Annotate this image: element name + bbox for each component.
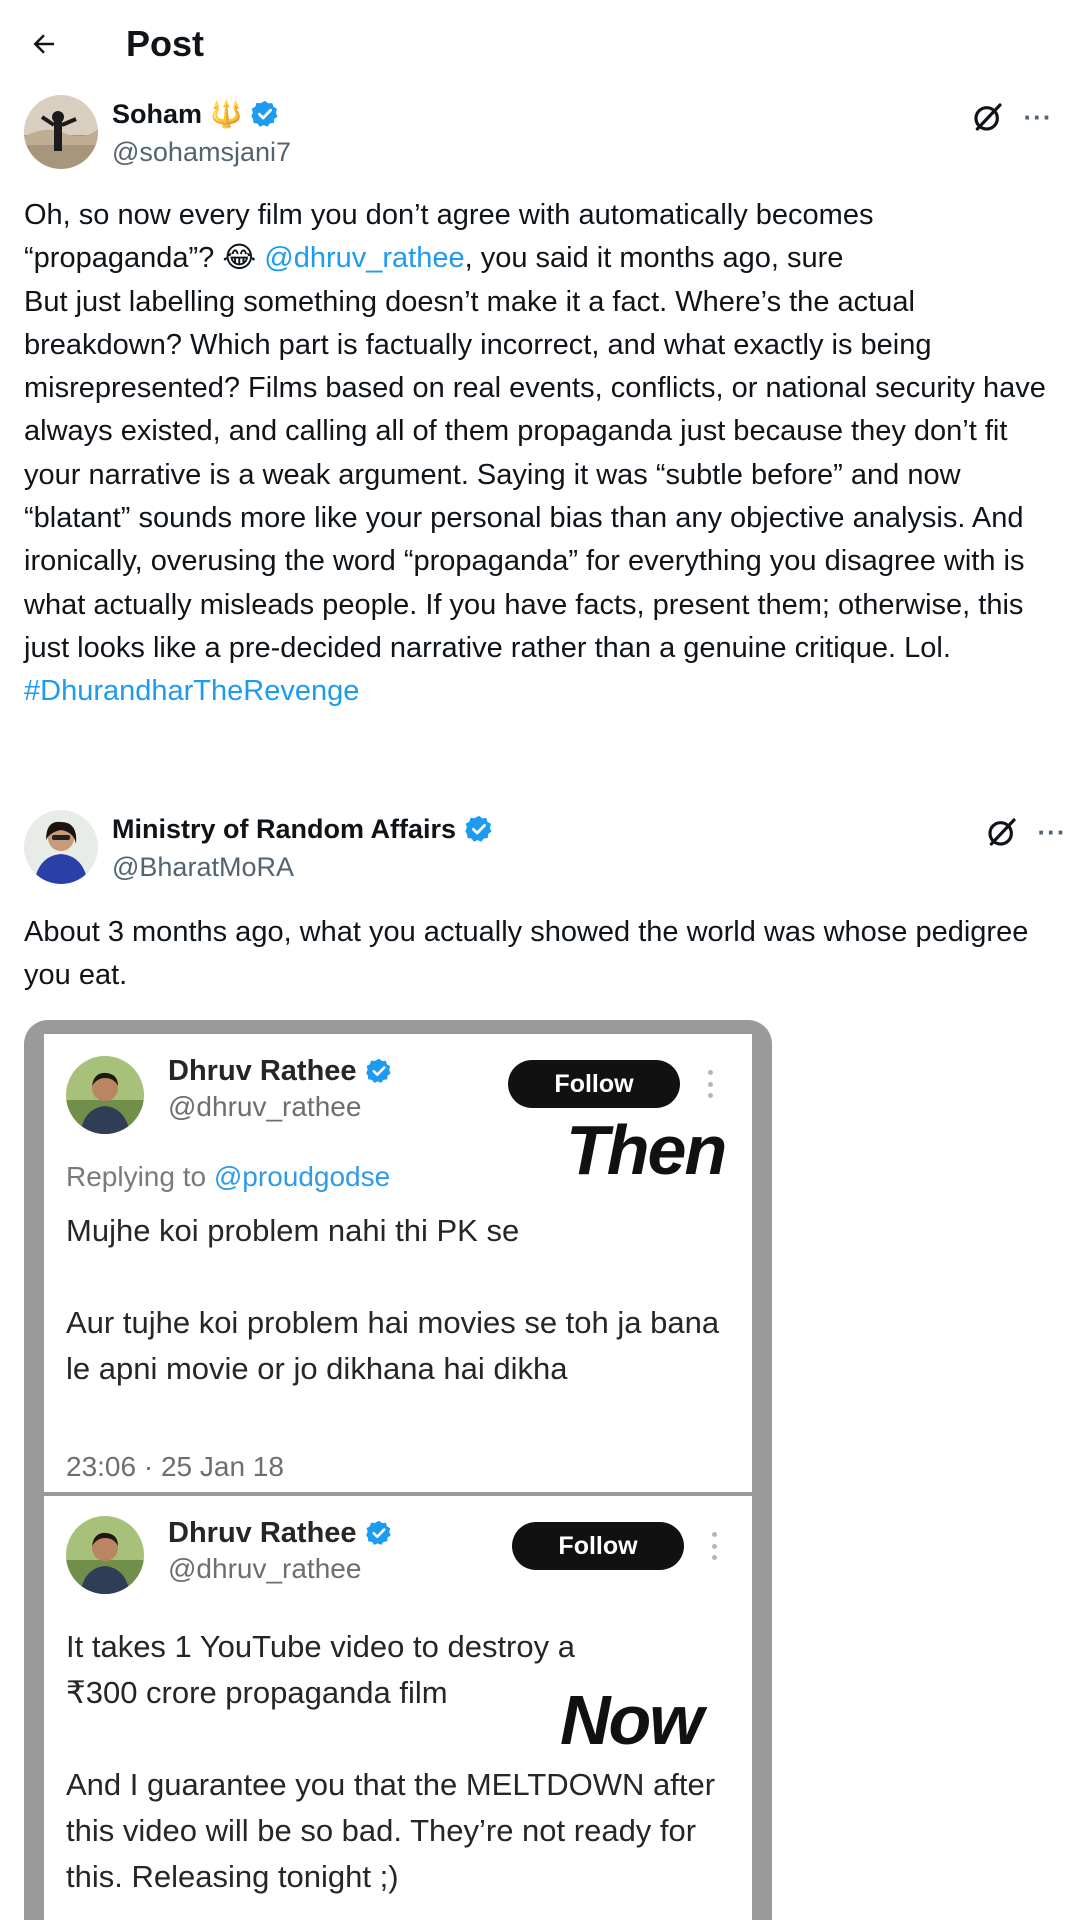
verified-badge-icon — [365, 1520, 391, 1545]
tweet-author-name-text: Dhruv Rathee — [168, 1517, 357, 1549]
grok-button[interactable] — [968, 97, 1008, 137]
post-image[interactable]: Dhruv Rathee @dhruv_rathee Follow Then R… — [24, 1020, 772, 1920]
follow-button: Follow — [512, 1522, 684, 1570]
grok-button[interactable] — [982, 812, 1022, 852]
kebab-icon — [704, 1528, 724, 1564]
page-title: Post — [126, 23, 205, 64]
mention-link[interactable]: @dhruv_rathee — [264, 242, 464, 274]
tweet-timestamp: 23:06 · 25 Jan 18 — [66, 1451, 284, 1482]
more-options-button[interactable]: ··· — [1032, 812, 1072, 852]
avatar — [66, 1516, 144, 1594]
author-name[interactable]: Soham — [112, 97, 202, 131]
reply-author: Ministry of Random Affairs @BharatMoRA ·… — [24, 810, 1065, 890]
back-button[interactable] — [22, 22, 66, 66]
tweet-author-name: Dhruv Rathee — [168, 1054, 393, 1088]
avatar — [66, 1056, 144, 1134]
author-handle[interactable]: @BharatMoRA — [112, 850, 294, 884]
tweet-card-then: Dhruv Rathee @dhruv_rathee Follow Then R… — [44, 1034, 752, 1492]
author-name-row: Soham 🔱 — [112, 97, 280, 131]
tweet-author-handle: @dhruv_rathee — [168, 1553, 362, 1584]
kebab-icon — [700, 1066, 720, 1102]
follow-button: Follow — [508, 1060, 680, 1108]
replying-handle: @proudgodse — [213, 1161, 391, 1192]
tweet-author-name: Dhruv Rathee — [168, 1516, 393, 1550]
trident-emoji: 🔱 — [210, 98, 243, 129]
verified-badge-icon — [251, 100, 278, 127]
stamp-then: Then — [566, 1111, 727, 1189]
post-author: Soham 🔱 @sohamsjani7 ··· — [24, 95, 1056, 175]
tweet-text-rest: And I guarantee you that the MELTDOWN af… — [66, 1767, 724, 1894]
tweet-author-name-text: Dhruv Rathee — [168, 1055, 357, 1087]
grok-icon — [974, 103, 1002, 131]
author-handle[interactable]: @sohamsjani7 — [112, 135, 291, 169]
more-icon: ··· — [1023, 101, 1053, 132]
tweet-text: Mujhe koi problem nahi thi PK se Aur tuj… — [66, 1213, 720, 1386]
post-text: Oh, so now every film you don’t agree wi… — [24, 194, 1056, 714]
verified-badge-icon — [465, 815, 492, 842]
arrow-left-icon — [33, 34, 54, 54]
stamp-now: Now — [560, 1681, 704, 1759]
post-text-part: , you said it months ago, sure But just … — [24, 242, 1046, 664]
hashtag-link[interactable]: #DhurandharTheRevenge — [24, 675, 359, 707]
top-bar: Post — [0, 0, 1080, 88]
replying-prefix: Replying to — [66, 1161, 214, 1192]
reply-text: About 3 months ago, what you actually sh… — [24, 916, 1037, 992]
more-icon: ··· — [1037, 816, 1067, 847]
author-name[interactable]: Ministry of Random Affairs — [112, 812, 456, 846]
grok-icon — [988, 818, 1016, 846]
more-options-button[interactable]: ··· — [1018, 97, 1058, 137]
tweet-card-now: Dhruv Rathee @dhruv_rathee Follow It tak… — [44, 1496, 752, 1920]
author-name-row: Ministry of Random Affairs — [112, 812, 494, 846]
avatar[interactable] — [24, 810, 98, 884]
avatar[interactable] — [24, 95, 98, 169]
tweet-author-handle: @dhruv_rathee — [168, 1091, 362, 1122]
replying-to: Replying to @proudgodse — [66, 1160, 390, 1194]
verified-badge-icon — [365, 1058, 391, 1083]
tweet-text-line1: It takes 1 YouTube video to destroy a — [66, 1629, 575, 1664]
